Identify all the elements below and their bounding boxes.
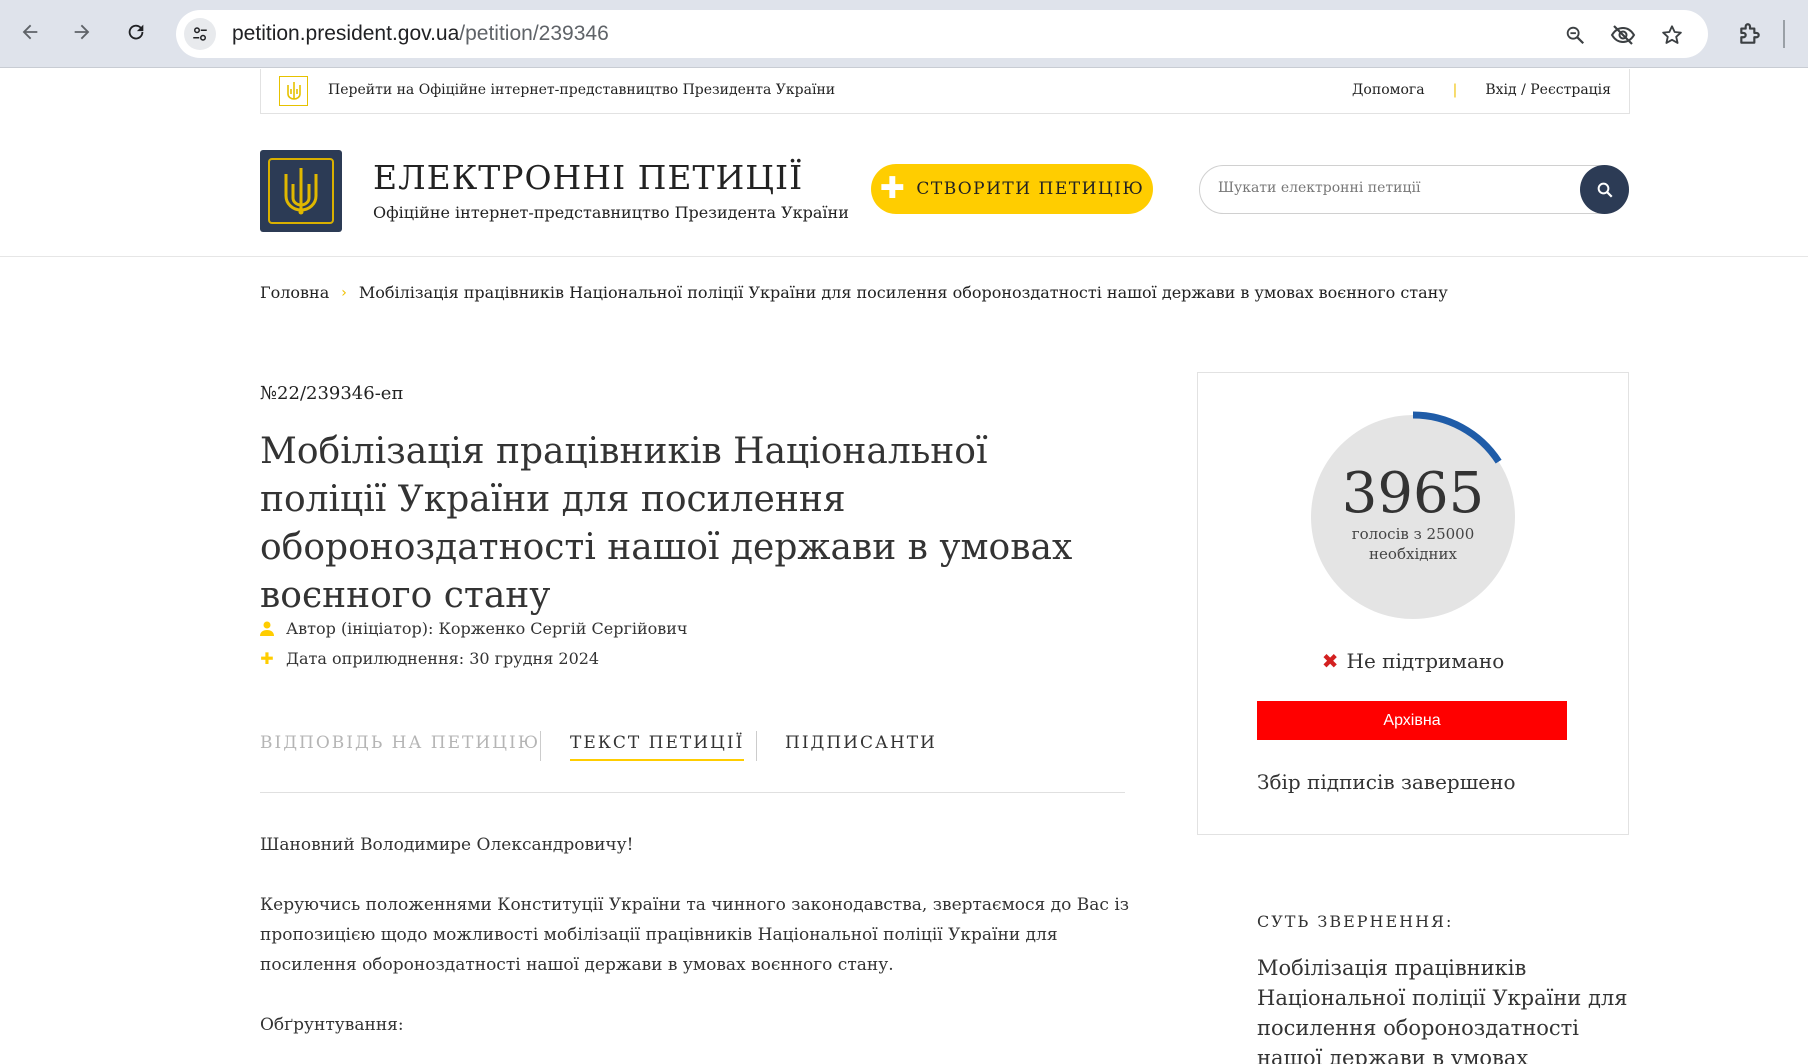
votes-card bbox=[1197, 372, 1629, 835]
petition-number: №22/239346-еп bbox=[260, 383, 404, 404]
trident-icon bbox=[279, 76, 308, 106]
site-info-button[interactable] bbox=[184, 18, 216, 50]
topbar-separator: | bbox=[1452, 82, 1458, 98]
person-icon bbox=[260, 621, 274, 636]
petition-date: ✚ Дата оприлюднення: 30 грудня 2024 bbox=[260, 649, 599, 668]
tune-icon bbox=[193, 27, 207, 41]
tracking-button[interactable] bbox=[1610, 22, 1636, 48]
status-text: Не підтримано bbox=[1346, 649, 1505, 673]
toolbar-divider bbox=[1783, 20, 1785, 48]
tab-signers[interactable]: ПІДПИСАНТИ bbox=[785, 733, 937, 759]
arrow-left-icon bbox=[22, 24, 38, 40]
petition-justification: Обґрунтування: bbox=[260, 1015, 404, 1035]
breadcrumb-home[interactable]: Головна bbox=[260, 283, 329, 302]
puzzle-icon bbox=[1740, 23, 1760, 44]
eye-off-icon bbox=[1610, 25, 1636, 45]
author-text: Автор (ініціатор): Корженко Сергій Сергі… bbox=[286, 619, 688, 638]
official-topbar: Перейти на Офіційне інтернет-представниц… bbox=[260, 69, 1630, 114]
petition-greeting: Шановний Володимире Олександровичу! bbox=[260, 835, 634, 855]
chevron-right-icon: › bbox=[341, 284, 347, 301]
plus-icon: ✚ bbox=[260, 649, 274, 668]
breadcrumb-current: Мобілізація працівників Національної пол… bbox=[358, 283, 1448, 302]
collection-status: Збір підписів завершено bbox=[1257, 770, 1516, 794]
petition-paragraph: Керуючись положеннями Конституції Україн… bbox=[260, 895, 1130, 975]
official-site-link[interactable]: Перейти на Офіційне інтернет-представниц… bbox=[328, 82, 835, 98]
bookmark-button[interactable] bbox=[1659, 22, 1685, 48]
tab-separator bbox=[540, 731, 541, 761]
url-path: /petition/239346 bbox=[459, 22, 609, 45]
votes-caption-2: необхідних bbox=[1369, 545, 1457, 563]
login-link[interactable]: Вхід / Реєстрація bbox=[1485, 82, 1611, 98]
search-input[interactable] bbox=[1218, 180, 1558, 196]
site-title[interactable]: ЕЛЕКТРОННІ ПЕТИЦІЇ bbox=[373, 158, 803, 197]
back-button[interactable] bbox=[12, 14, 48, 50]
reload-button[interactable] bbox=[118, 14, 154, 50]
plus-icon: ✚ bbox=[879, 171, 907, 206]
site-subtitle: Офіційне інтернет-представництво Президе… bbox=[373, 203, 849, 222]
essence-text: Мобілізація працівників Національної пол… bbox=[1257, 956, 1628, 1064]
date-text: Дата оприлюднення: 30 грудня 2024 bbox=[286, 649, 600, 668]
petition-author: Автор (ініціатор): Корженко Сергій Сергі… bbox=[260, 619, 688, 638]
browser-chrome: petition.president.gov.ua/petition/23934… bbox=[0, 0, 1808, 68]
create-petition-label: СТВОРИТИ ПЕТИЦІЮ bbox=[916, 179, 1145, 199]
zoom-button[interactable] bbox=[1562, 22, 1588, 48]
petition-tabs: ВІДПОВІДЬ НА ПЕТИЦІЮ ТЕКСТ ПЕТИЦІЇ ПІДПИ… bbox=[260, 731, 1125, 793]
topbar-user-links: Допомога | Вхід / Реєстрація bbox=[1352, 82, 1611, 98]
forward-button[interactable] bbox=[64, 14, 100, 50]
archive-badge: Архівна bbox=[1257, 701, 1567, 740]
petition-title: Мобілізація працівників Національної пол… bbox=[260, 431, 1073, 616]
search-button[interactable] bbox=[1580, 165, 1629, 214]
create-petition-button[interactable]: ✚ СТВОРИТИ ПЕТИЦІЮ bbox=[871, 164, 1153, 214]
help-link[interactable]: Допомога bbox=[1352, 82, 1425, 98]
star-icon bbox=[1662, 25, 1682, 44]
url-host: petition.president.gov.ua bbox=[232, 22, 460, 45]
url-text: petition.president.gov.ua/petition/23934… bbox=[232, 22, 609, 46]
extensions-button[interactable] bbox=[1732, 16, 1768, 52]
essence-label: СУТЬ ЗВЕРНЕННЯ: bbox=[1257, 912, 1454, 931]
header-divider bbox=[0, 256, 1808, 257]
tab-response[interactable]: ВІДПОВІДЬ НА ПЕТИЦІЮ bbox=[260, 733, 540, 759]
tab-separator bbox=[756, 731, 757, 761]
votes-count: 3965 bbox=[1341, 461, 1485, 526]
zoom-icon bbox=[1566, 26, 1585, 45]
trident-logo-icon bbox=[268, 158, 334, 224]
site-logo[interactable] bbox=[260, 150, 342, 232]
petition-status: ✖ Не підтримано bbox=[1197, 649, 1629, 673]
tab-text[interactable]: ТЕКСТ ПЕТИЦІЇ bbox=[570, 733, 745, 761]
breadcrumb: Головна › Мобілізація працівників Націон… bbox=[260, 283, 1448, 302]
search-icon bbox=[1597, 182, 1613, 198]
votes-caption-1: голосів з 25000 bbox=[1351, 525, 1475, 543]
cross-icon: ✖ bbox=[1321, 649, 1339, 673]
search-box bbox=[1199, 165, 1629, 214]
reload-icon bbox=[128, 24, 144, 40]
arrow-right-icon bbox=[74, 24, 90, 40]
address-bar[interactable]: petition.president.gov.ua/petition/23934… bbox=[176, 10, 1708, 58]
